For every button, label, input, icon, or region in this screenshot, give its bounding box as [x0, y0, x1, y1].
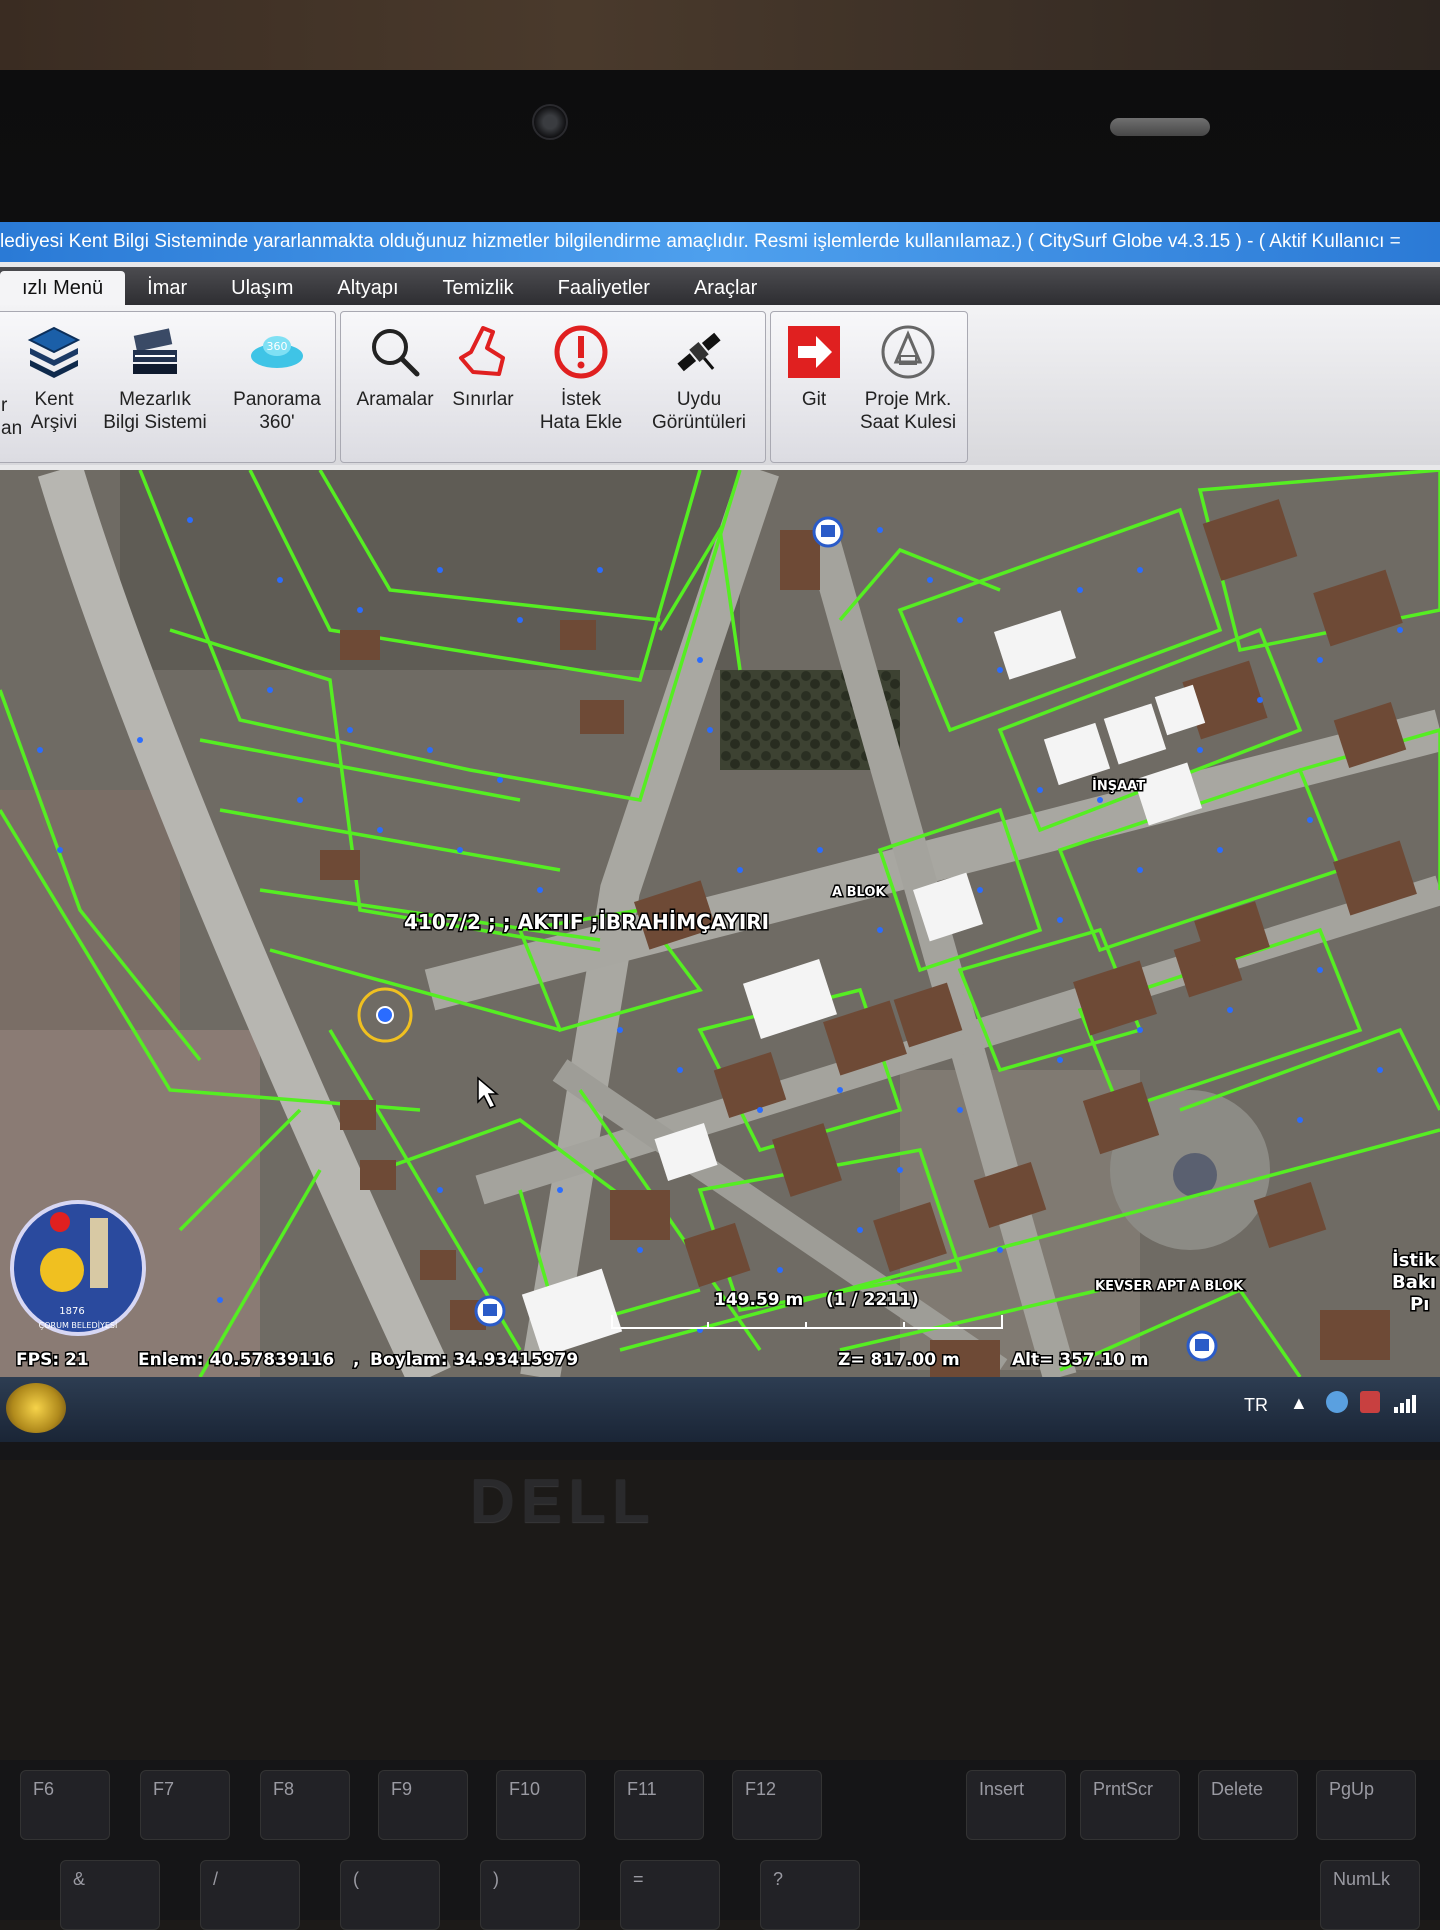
saat-kulesi-label-2: Saat Kulesi [859, 412, 957, 433]
windows-taskbar: TR ▲ [0, 1377, 1440, 1442]
speaker-grille [1110, 118, 1210, 136]
ribbon-toolbar: r an Kent Arşivi Mezarlık Bilgi Sistemi … [0, 305, 1440, 465]
book-stack-icon [133, 328, 177, 374]
altitude-readout: Alt= 357.10 m [1012, 1350, 1149, 1370]
saat-kulesi-label-1: Proje Mrk. [864, 389, 952, 410]
label-istik: İstik [1392, 1249, 1437, 1271]
tab-araclar[interactable]: Araçlar [672, 271, 779, 305]
logo-year: 1876 [59, 1306, 84, 1317]
parcel-info-label: 4107/2 ; ; AKTIF ;İBRAHİMÇAYIRI [404, 910, 769, 934]
latitude-readout: Enlem: 40.57839116 [138, 1350, 334, 1370]
language-indicator[interactable]: TR [1244, 1395, 1268, 1416]
mezarlik-label-1: Mezarlık [119, 389, 191, 410]
mezarlik-label-2: Bilgi Sistemi [103, 412, 207, 433]
aramalar-button[interactable]: Aramalar [353, 322, 437, 411]
panorama-360-icon: 360 [251, 336, 303, 368]
ribbon-group-3: Git Proje Mrk. Saat Kulesi [770, 311, 968, 463]
map-canvas[interactable]: 4107/2 ; ; AKTIF ;İBRAHİMÇAYIRI A BLOK İ… [0, 470, 1440, 1377]
warning-icon [554, 325, 608, 379]
network-status-icon[interactable] [1326, 1391, 1348, 1413]
tab-ulasim[interactable]: Ulaşım [209, 271, 315, 305]
logo-text: ÇORUM BELEDİYESİ [39, 1320, 118, 1330]
bus-stop-icon[interactable] [812, 516, 844, 548]
show-hidden-icons-icon[interactable]: ▲ [1290, 1393, 1308, 1414]
key-f6: F6 [20, 1770, 110, 1840]
satellite-map-view[interactable]: 4107/2 ; ; AKTIF ;İBRAHİMÇAYIRI A BLOK İ… [0, 470, 1440, 1377]
boundary-icon [459, 326, 505, 376]
municipality-logo: 1876 ÇORUM BELEDİYESİ [10, 1200, 146, 1336]
tab-temizlik[interactable]: Temizlik [421, 271, 536, 305]
webcam-icon [532, 104, 568, 140]
key-pgup: PgUp [1316, 1770, 1416, 1840]
kent-arsivi-label-1: Kent [34, 389, 74, 410]
sinirlar-button[interactable]: Sınırlar [445, 322, 521, 411]
power-icon[interactable] [1360, 1391, 1380, 1413]
label-a-blok: A BLOK [832, 885, 886, 900]
bus-stop-icon[interactable] [474, 1295, 506, 1327]
key-f11: F11 [614, 1770, 704, 1840]
saat-kulesi-button[interactable]: Proje Mrk. Saat Kulesi [855, 322, 961, 434]
key-prntscr: PrntScr [1080, 1770, 1180, 1840]
sinirlar-label: Sınırlar [452, 389, 514, 410]
panorama-label-1: Panorama [233, 389, 321, 410]
partial-button[interactable]: r an [1, 394, 23, 440]
layers-icon [27, 326, 81, 378]
tab-altyapi[interactable]: Altyapı [315, 271, 420, 305]
aramalar-label: Aramalar [356, 389, 434, 410]
scale-ratio: (1 / 2211) [826, 1290, 919, 1310]
partial-button-label-2: an [1, 418, 23, 439]
istek-label-2: Hata Ekle [539, 412, 623, 433]
search-icon [372, 329, 420, 377]
kent-arsivi-label-2: Arşivi [30, 412, 78, 433]
bus-stop-icon[interactable] [1186, 1330, 1218, 1362]
tab-hizli-menu[interactable]: ızlı Menü [0, 271, 126, 305]
git-label: Git [801, 389, 827, 410]
tab-faaliyetler[interactable]: Faaliyetler [536, 271, 672, 305]
go-arrow-icon [788, 326, 840, 378]
uydu-label-1: Uydu [676, 389, 722, 410]
label-insaat: İNŞAAT [1092, 778, 1145, 794]
istek-label-1: İstek [560, 389, 602, 410]
uydu-button[interactable]: Uydu Görüntüleri [641, 322, 757, 434]
uydu-label-2: Görüntüleri [652, 412, 746, 433]
longitude-readout: Boylam: 34.93415979 [370, 1350, 578, 1370]
laptop-keyboard: F6 F7 F8 F9 F10 F11 F12 Insert PrntScr D… [0, 1760, 1440, 1930]
label-pi: Pı [1410, 1294, 1429, 1315]
panorama-button[interactable]: 360 Panorama 360' [223, 322, 331, 434]
istek-hata-button[interactable]: İstek Hata Ekle [533, 322, 629, 434]
key-f7: F7 [140, 1770, 230, 1840]
laptop-screen: lediyesi Kent Bilgi Sisteminde yararlanm… [0, 222, 1440, 1442]
fps-readout: FPS: 21 [16, 1350, 89, 1370]
satellite-icon [677, 332, 721, 372]
label-baki: Bakı [1392, 1272, 1436, 1293]
tab-imar[interactable]: İmar [125, 271, 209, 305]
signal-icon[interactable] [1394, 1391, 1420, 1413]
kent-arsivi-button[interactable]: Kent Arşivi [23, 322, 85, 434]
ribbon-group-2: Aramalar Sınırlar İstek Hata Ekle Uydu G… [340, 311, 766, 463]
key-f8: F8 [260, 1770, 350, 1840]
start-button-icon[interactable] [6, 1383, 66, 1433]
menu-bar: ızlı Menü İmar Ulaşım Altyapı Temizlik F… [0, 267, 1440, 305]
git-button[interactable]: Git [781, 322, 847, 411]
key-insert: Insert [966, 1770, 1066, 1840]
clock-tower-icon [881, 325, 935, 379]
z-readout: Z= 817.00 m [838, 1350, 960, 1370]
window-title: lediyesi Kent Bilgi Sisteminde yararlanm… [0, 231, 1401, 252]
key-f9: F9 [378, 1770, 468, 1840]
key-f10: F10 [496, 1770, 586, 1840]
label-kevser-apt: KEVSER APT A BLOK [1095, 1279, 1244, 1294]
selected-parcel-marker[interactable] [376, 1006, 394, 1024]
key-delete: Delete [1198, 1770, 1298, 1840]
partial-button-label-1: r [1, 395, 8, 416]
mezarlik-button[interactable]: Mezarlık Bilgi Sistemi [95, 322, 215, 434]
svg-text:360: 360 [267, 340, 288, 353]
window-title-bar: lediyesi Kent Bilgi Sisteminde yararlanm… [0, 222, 1440, 262]
scale-distance: 149.59 m [714, 1290, 803, 1310]
ribbon-group-1: r an Kent Arşivi Mezarlık Bilgi Sistemi … [0, 311, 336, 463]
key-f12: F12 [732, 1770, 822, 1840]
panorama-label-2: 360' [259, 412, 295, 433]
background-wall [0, 0, 1440, 80]
comma-separator: , [353, 1350, 359, 1370]
dell-logo: DELL [470, 1467, 656, 1536]
